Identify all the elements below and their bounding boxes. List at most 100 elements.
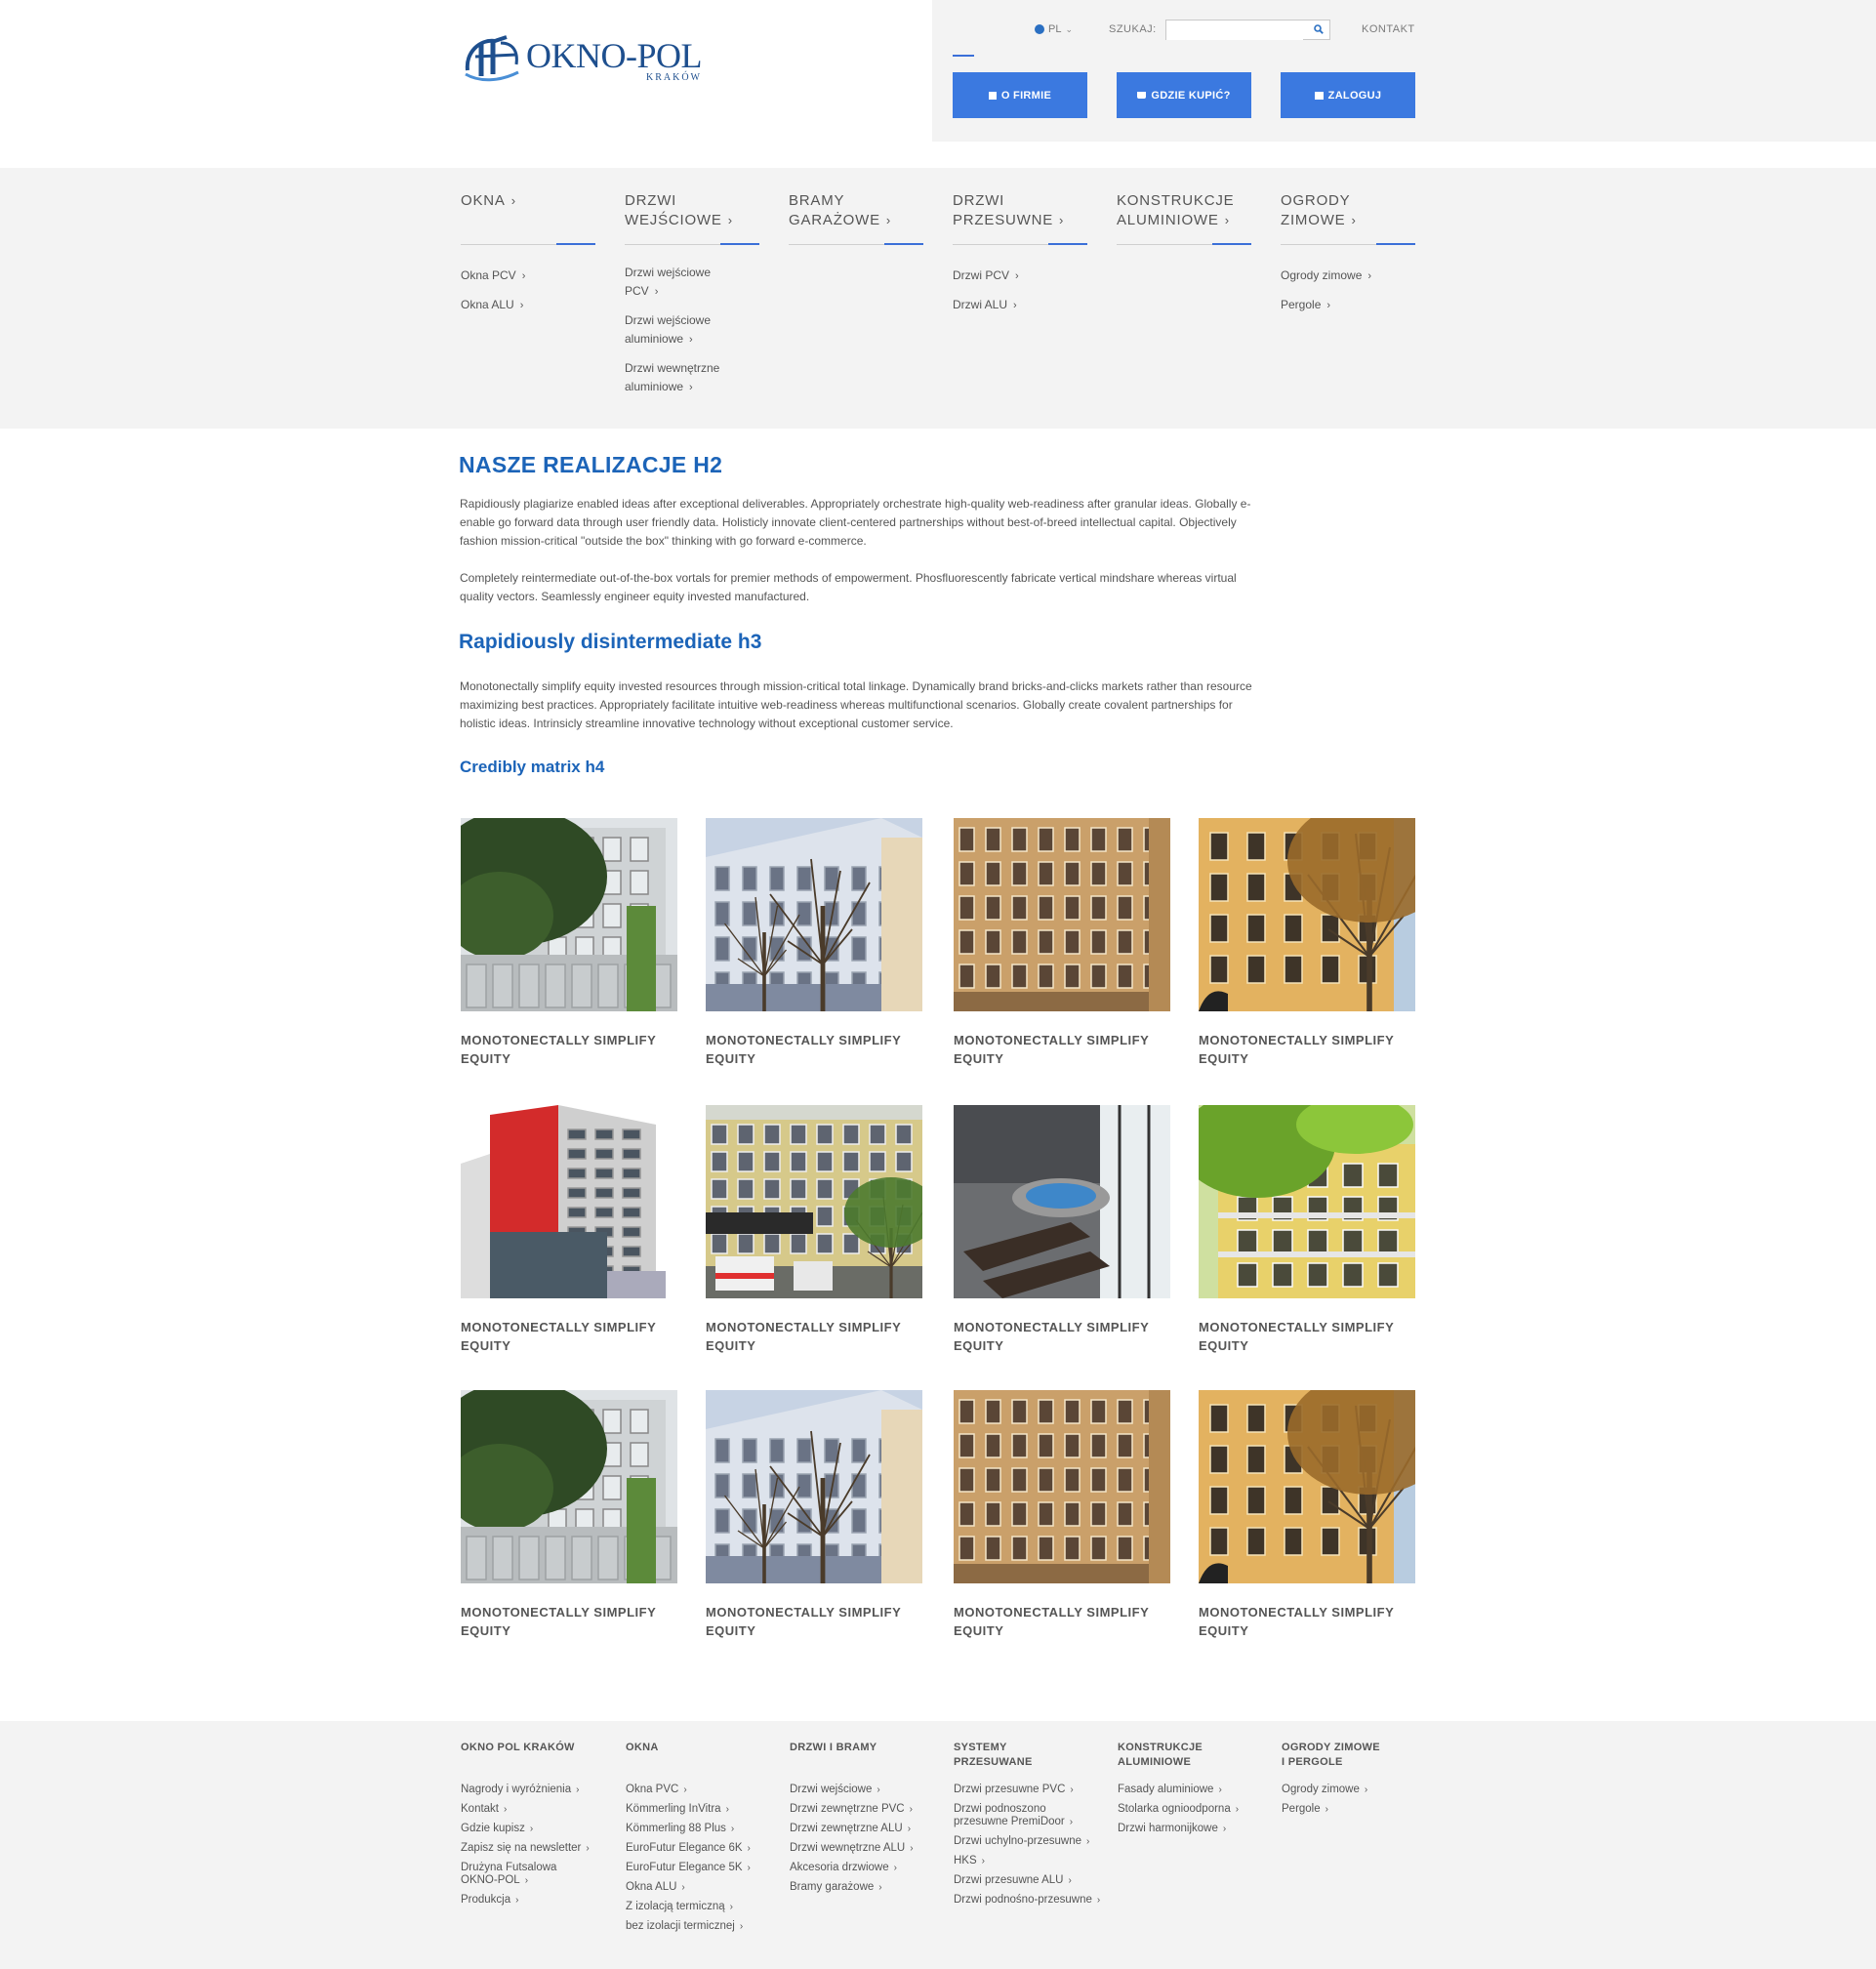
footer-link[interactable]: Drzwi przesuwne ALU › — [954, 1874, 1110, 1887]
gallery-image[interactable] — [706, 1105, 922, 1298]
gallery-card[interactable]: MONOTONECTALLY SIMPLIFY EQUITY — [706, 1105, 924, 1355]
gallery-image[interactable] — [954, 1390, 1170, 1583]
footer-link[interactable]: Drzwi przesuwne PVC › — [954, 1784, 1110, 1796]
gallery-image[interactable] — [954, 1105, 1170, 1298]
gallery-image[interactable] — [1199, 818, 1415, 1011]
menu-item-ogrody-zimowe[interactable]: Ogrody zimowe › — [1281, 267, 1415, 286]
footer-link[interactable]: Drzwi uchylno-przesuwne › — [954, 1835, 1110, 1848]
chevron-right-icon: › — [725, 1804, 729, 1815]
chevron-right-icon: › — [1224, 213, 1230, 227]
gallery-card[interactable]: MONOTONECTALLY SIMPLIFY EQUITY — [461, 818, 679, 1068]
gallery-card-title[interactable]: MONOTONECTALLY SIMPLIFY EQUITY — [706, 1603, 924, 1640]
gallery-card-title[interactable]: MONOTONECTALLY SIMPLIFY EQUITY — [954, 1603, 1172, 1640]
footer-link[interactable]: Pergole › — [1282, 1803, 1438, 1816]
menu-item-drzwi-pcv[interactable]: Drzwi PCV › — [953, 267, 1087, 286]
footer-link[interactable]: Kontakt › — [461, 1803, 617, 1816]
kontakt-link[interactable]: KONTAKT — [1362, 23, 1415, 35]
menu-item-drzwi-wejsciowe-alu[interactable]: Drzwi wejściowe aluminiowe › — [625, 311, 759, 349]
footer-link[interactable]: Drzwi wejściowe › — [790, 1784, 946, 1796]
footer-link[interactable]: EuroFutur Elegance 5K › — [626, 1862, 782, 1874]
footer-link[interactable]: Stolarka ognioodporna › — [1118, 1803, 1274, 1816]
menu-title-konstrukcje[interactable]: KONSTRUKCJE ALUMINIOWE › — [1117, 191, 1251, 244]
zaloguj-button[interactable]: ZALOGUJ — [1281, 72, 1415, 118]
gallery-image[interactable] — [461, 1390, 677, 1583]
footer-link[interactable]: Akcesoria drzwiowe › — [790, 1862, 946, 1874]
gallery-card-title[interactable]: MONOTONECTALLY SIMPLIFY EQUITY — [954, 1031, 1172, 1068]
footer-link[interactable]: bez izolacji termicznej › — [626, 1920, 782, 1933]
gallery-card[interactable]: MONOTONECTALLY SIMPLIFY EQUITY — [954, 1390, 1172, 1640]
menu-item-drzwi-wejsciowe-pcv[interactable]: Drzwi wejściowe PCV › — [625, 264, 759, 302]
o-firmie-button[interactable]: O FIRMIE — [953, 72, 1087, 118]
gallery-card[interactable]: MONOTONECTALLY SIMPLIFY EQUITY — [461, 1390, 679, 1640]
footer-column-title-text: OKNO POL KRAKÓW — [461, 1742, 575, 1753]
footer-link[interactable]: Fasady aluminiowe › — [1118, 1784, 1274, 1796]
gallery-card[interactable]: MONOTONECTALLY SIMPLIFY EQUITY — [1199, 1390, 1417, 1640]
gallery-card[interactable]: MONOTONECTALLY SIMPLIFY EQUITY — [1199, 1105, 1417, 1355]
gallery-card-title[interactable]: MONOTONECTALLY SIMPLIFY EQUITY — [706, 1031, 924, 1068]
footer-link[interactable]: Ogrody zimowe › — [1282, 1784, 1438, 1796]
footer-link-text: Drzwi harmonijkowe — [1118, 1823, 1218, 1834]
footer-link[interactable]: Gdzie kupisz › — [461, 1823, 617, 1835]
menu-title-bramy-garazowe[interactable]: BRAMY GARAŻOWE › — [789, 191, 923, 244]
footer-link[interactable]: Drzwi harmonijkowe › — [1118, 1823, 1274, 1835]
footer-link[interactable]: Okna PVC › — [626, 1784, 782, 1796]
search-input[interactable] — [1166, 21, 1303, 40]
gallery-image[interactable] — [461, 818, 677, 1011]
search-icon[interactable] — [1314, 24, 1324, 34]
gallery-image[interactable] — [461, 1105, 677, 1298]
footer-link[interactable]: Zapisz się na newsletter › — [461, 1842, 617, 1855]
gallery-card-title[interactable]: MONOTONECTALLY SIMPLIFY EQUITY — [461, 1603, 679, 1640]
footer-link[interactable]: Z izolacją termiczną › — [626, 1901, 782, 1913]
footer-link[interactable]: Nagrody i wyróżnienia › — [461, 1784, 617, 1796]
gallery-card-title[interactable]: MONOTONECTALLY SIMPLIFY EQUITY — [706, 1318, 924, 1355]
footer-link[interactable]: Bramy garażowe › — [790, 1881, 946, 1894]
footer-link[interactable]: Produkcja › — [461, 1894, 617, 1907]
footer-link[interactable]: Drzwi zewnętrzne PVC › — [790, 1803, 946, 1816]
gallery-card[interactable]: MONOTONECTALLY SIMPLIFY EQUITY — [706, 1390, 924, 1640]
menu-title-drzwi-przesuwne[interactable]: DRZWI PRZESUWNE › — [953, 191, 1087, 244]
menu-item-drzwi-wewnetrzne-alu[interactable]: Drzwi wewnętrzne aluminiowe › — [625, 359, 759, 397]
gallery-card[interactable]: MONOTONECTALLY SIMPLIFY EQUITY — [954, 818, 1172, 1068]
footer-link[interactable]: Kömmerling 88 Plus › — [626, 1823, 782, 1835]
menu-title-ogrody-zimowe[interactable]: OGRODY ZIMOWE › — [1281, 191, 1415, 244]
footer-link[interactable]: Drzwi wewnętrzne ALU › — [790, 1842, 946, 1855]
footer-link[interactable]: HKS › — [954, 1855, 1110, 1867]
chevron-right-icon: › — [1015, 270, 1019, 282]
gallery-image[interactable] — [706, 818, 922, 1011]
gallery-image[interactable] — [1199, 1390, 1415, 1583]
footer-link[interactable]: Kömmerling InVitra › — [626, 1803, 782, 1816]
gallery-card[interactable]: MONOTONECTALLY SIMPLIFY EQUITY — [461, 1105, 679, 1355]
language-selector[interactable]: PL ⌄ — [1035, 23, 1073, 35]
site-logo[interactable]: OKNO-POL KRAKÓW — [462, 29, 715, 88]
chevron-right-icon: › — [878, 1882, 882, 1893]
gallery-card[interactable]: MONOTONECTALLY SIMPLIFY EQUITY — [954, 1105, 1172, 1355]
gallery-card-title[interactable]: MONOTONECTALLY SIMPLIFY EQUITY — [954, 1318, 1172, 1355]
gallery-image[interactable] — [954, 818, 1170, 1011]
gallery-card-title[interactable]: MONOTONECTALLY SIMPLIFY EQUITY — [461, 1318, 679, 1355]
footer-link[interactable]: Okna ALU › — [626, 1881, 782, 1894]
footer-link[interactable]: Drzwi podnośno-przesuwne › — [954, 1894, 1110, 1907]
gallery-image[interactable] — [1199, 1105, 1415, 1298]
menu-title-text: OKNA — [461, 192, 506, 209]
menu-item-drzwi-alu[interactable]: Drzwi ALU › — [953, 296, 1087, 315]
gallery-card-title[interactable]: MONOTONECTALLY SIMPLIFY EQUITY — [1199, 1318, 1417, 1355]
gallery-card-title[interactable]: MONOTONECTALLY SIMPLIFY EQUITY — [461, 1031, 679, 1068]
gallery-image[interactable] — [706, 1390, 922, 1583]
chevron-right-icon: › — [885, 213, 892, 227]
menu-item-okna-alu[interactable]: Okna ALU › — [461, 296, 595, 315]
search-field[interactable] — [1165, 20, 1330, 40]
gallery-card[interactable]: MONOTONECTALLY SIMPLIFY EQUITY — [1199, 818, 1417, 1068]
gdzie-kupic-button[interactable]: GDZIE KUPIĆ? — [1117, 72, 1251, 118]
menu-item-okna-pcv[interactable]: Okna PCV › — [461, 267, 595, 286]
gallery-card-title[interactable]: MONOTONECTALLY SIMPLIFY EQUITY — [1199, 1603, 1417, 1640]
footer-link[interactable]: Drzwi zewnętrzne ALU › — [790, 1823, 946, 1835]
gallery-card[interactable]: MONOTONECTALLY SIMPLIFY EQUITY — [706, 818, 924, 1068]
menu-title-drzwi-wejsciowe[interactable]: DRZWI WEJŚCIOWE › — [625, 191, 759, 244]
gallery-card-title[interactable]: MONOTONECTALLY SIMPLIFY EQUITY — [1199, 1031, 1417, 1068]
footer-link[interactable]: Drużyna Futsalowa OKNO-POL › — [461, 1862, 617, 1887]
footer-link[interactable]: Drzwi podnoszono przesuwne PremiDoor › — [954, 1803, 1110, 1828]
footer-link[interactable]: EuroFutur Elegance 6K › — [626, 1842, 782, 1855]
menu-title-okna[interactable]: OKNA › — [461, 191, 595, 244]
chevron-right-icon: › — [529, 1824, 534, 1834]
menu-item-pergole[interactable]: Pergole › — [1281, 296, 1415, 315]
